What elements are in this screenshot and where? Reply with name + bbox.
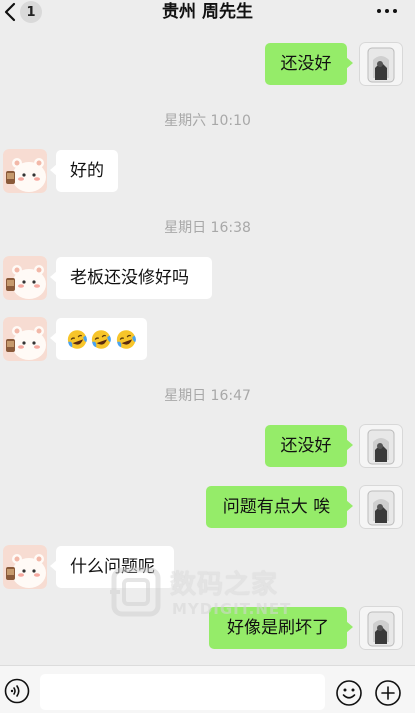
message-timestamp: 星期日 16:47 [164, 388, 251, 404]
my-avatar[interactable] [359, 424, 403, 468]
my-avatar[interactable] [359, 485, 403, 529]
my-avatar[interactable] [359, 42, 403, 86]
message-timestamp: 星期日 16:38 [164, 220, 251, 236]
face-with-tears-of-joy-icon [92, 329, 112, 349]
message-timestamp: 星期六 10:10 [164, 113, 251, 129]
more-dots-icon[interactable] [377, 9, 397, 13]
chat-screen: 1 贵州 周先生 还没好 星期六 10:10 好的 星期日 16:38 老板还没… [0, 0, 415, 713]
message-input[interactable] [40, 674, 325, 710]
emoji-icon[interactable] [335, 679, 363, 707]
message-bubble-sent[interactable]: 好像是刷坏了 [209, 607, 353, 649]
input-bar [0, 665, 415, 713]
voice-icon[interactable] [4, 678, 30, 704]
contact-avatar[interactable] [3, 317, 47, 361]
face-with-tears-of-joy-icon [67, 329, 87, 349]
message-bubble-received[interactable]: 什么问题呢 [50, 546, 174, 588]
message-bubble-received[interactable]: 好的 [50, 150, 118, 192]
my-avatar[interactable] [359, 606, 403, 650]
message-bubble-received[interactable]: 老板还没修好吗 [50, 257, 212, 299]
chat-title: 贵州 周先生 [162, 2, 253, 22]
message-bubble-sent[interactable]: 还没好 [265, 43, 353, 85]
contact-avatar[interactable] [3, 545, 47, 589]
contact-avatar[interactable] [3, 149, 47, 193]
contact-avatar[interactable] [3, 256, 47, 300]
face-with-tears-of-joy-icon [116, 329, 136, 349]
watermark-title: 数码之家 [170, 570, 279, 600]
plus-icon[interactable] [374, 679, 402, 707]
message-bubble-sent[interactable]: 还没好 [265, 425, 353, 467]
message-bubble-received-emoji[interactable] [50, 318, 147, 360]
chat-header: 1 贵州 周先生 [0, 0, 415, 26]
message-bubble-sent[interactable]: 问题有点大 唉 [206, 486, 353, 528]
